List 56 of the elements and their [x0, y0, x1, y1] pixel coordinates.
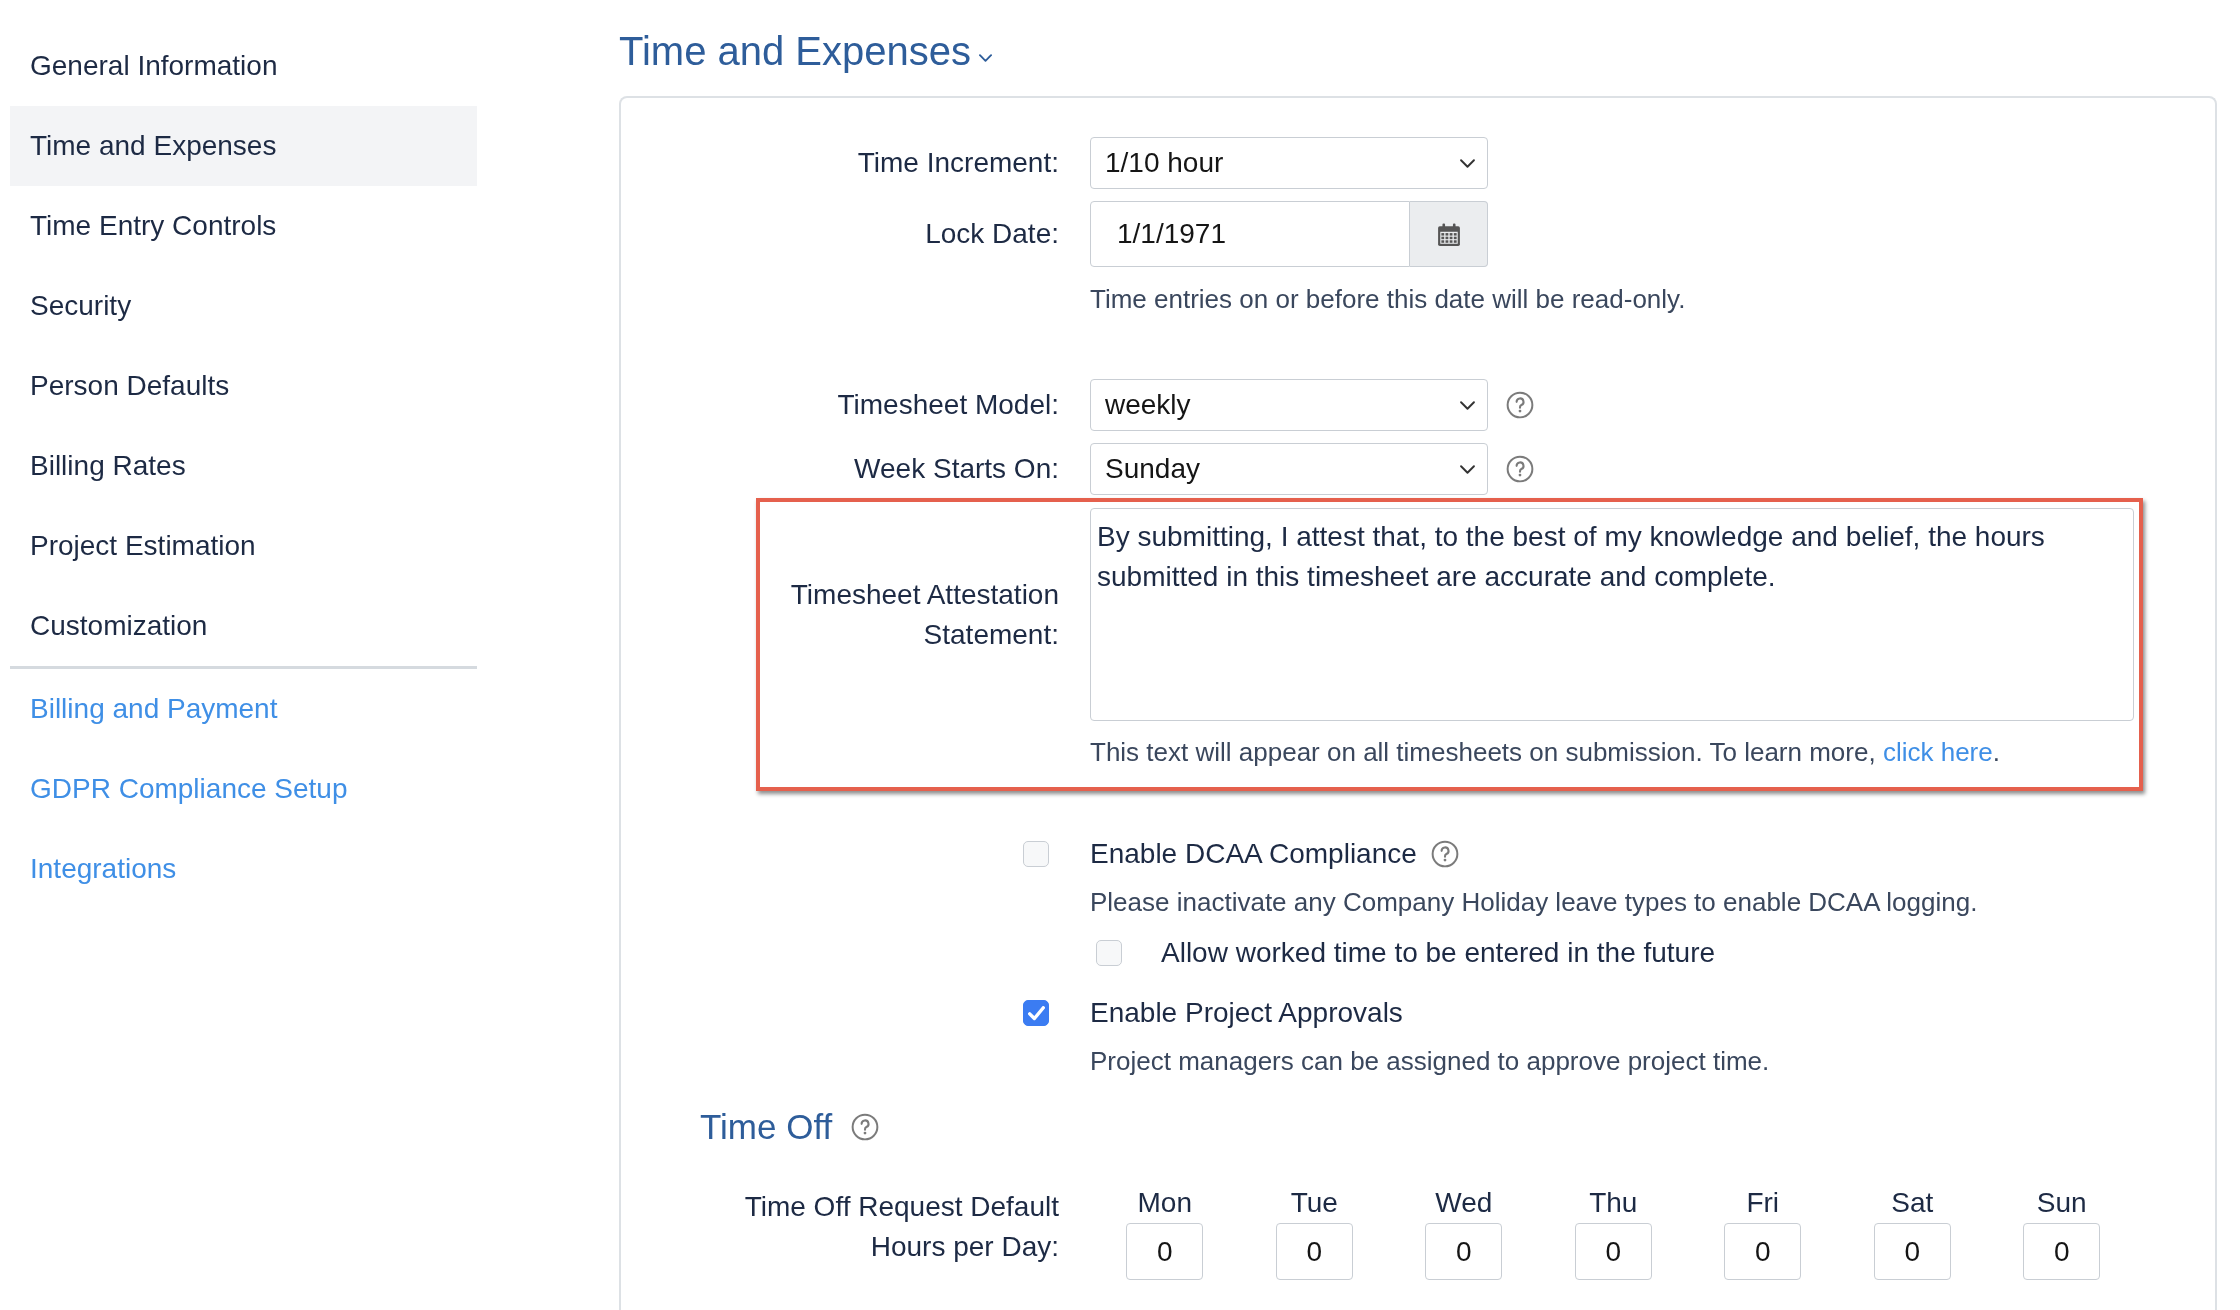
day-label: Fri	[1746, 1186, 1780, 1220]
hours-input[interactable]: 0	[1126, 1223, 1204, 1280]
hint-text: Project managers can be assigned to approve project time.	[1090, 1045, 1771, 1078]
dropdown[interactable]: 1/10 hour	[1090, 137, 1488, 189]
field-label: Timesheet Model:	[836, 388, 1059, 422]
checkbox[interactable]	[1023, 841, 1049, 867]
sidebar-item[interactable]: Project Estimation	[10, 506, 477, 586]
checkbox[interactable]	[1023, 1000, 1049, 1026]
day-label: Sun	[2036, 1186, 2087, 1220]
sidebar-item[interactable]: Security	[10, 266, 477, 346]
field-label: Time Off Request Default Hours per Day:	[743, 1190, 1059, 1264]
calendar-button[interactable]	[1410, 201, 1488, 267]
page-title: Time and Expenses	[619, 28, 972, 75]
sidebar-item[interactable]: Billing Rates	[10, 426, 477, 506]
checkbox-label: Allow worked time to be entered in the future	[1161, 936, 1716, 970]
hours-input[interactable]: 0	[1873, 1223, 1951, 1280]
day-label: Sat	[1891, 1186, 1934, 1220]
checkbox[interactable]	[1096, 940, 1122, 966]
checkbox-label: Enable Project Approvals	[1090, 996, 1403, 1030]
field-label: Week Starts On:	[853, 452, 1059, 486]
help-icon[interactable]	[1506, 391, 1534, 419]
hint-text: Time entries on or before this date will be read-only.	[1090, 283, 1687, 316]
date-input[interactable]: 1/1/1971	[1090, 201, 1410, 267]
sidebar-item[interactable]: General Information	[10, 26, 477, 106]
section-title: Time Off	[700, 1106, 833, 1148]
day-label: Mon	[1137, 1186, 1192, 1220]
sidebar-item[interactable]: Time Entry Controls	[10, 186, 477, 266]
hours-input[interactable]: 0	[2023, 1223, 2101, 1280]
day-label: Wed	[1435, 1186, 1493, 1220]
chevron-down-icon	[1460, 400, 1475, 410]
hours-input[interactable]: 0	[1574, 1223, 1652, 1280]
dropdown[interactable]: weekly	[1090, 379, 1488, 431]
sidebar-item[interactable]: Customization	[10, 586, 477, 666]
hint-text: This text will appear on all timesheets on submission. To learn more, click here.	[1090, 736, 2001, 769]
text-area[interactable]: By submitting, I attest that, to the best of my knowledge and belief, the hours submitted in this timesheet are accurate and complete.	[1090, 508, 2134, 721]
hint-text: Please inactivate any Company Holiday leave types to enable DCAA logging.	[1090, 886, 1979, 919]
day-label: Tue	[1290, 1186, 1338, 1220]
chevron-down-icon	[1460, 464, 1475, 474]
help-icon[interactable]	[1430, 840, 1459, 868]
checkbox-label: Enable DCAA Compliance	[1090, 837, 1417, 871]
chevron-down-icon	[1460, 158, 1475, 168]
sidebar-item[interactable]: Time and Expenses	[10, 106, 477, 186]
caret-icon[interactable]	[979, 54, 993, 62]
day-label: Thu	[1589, 1186, 1638, 1220]
hours-input[interactable]: 0	[1425, 1223, 1503, 1280]
sidebar-item[interactable]: Person Defaults	[10, 346, 477, 426]
help-icon[interactable]	[1506, 455, 1534, 483]
field-label: Time Increment:	[856, 146, 1059, 180]
checkmark-icon	[1027, 1005, 1045, 1021]
hours-input[interactable]: 0	[1724, 1223, 1802, 1280]
field-label: Timesheet Attestation Statement:	[789, 577, 1059, 652]
calendar-icon	[1436, 222, 1461, 246]
hours-input[interactable]: 0	[1275, 1223, 1353, 1280]
dropdown[interactable]: Sunday	[1090, 443, 1488, 495]
field-label: Lock Date:	[924, 217, 1059, 251]
help-icon[interactable]	[851, 1113, 880, 1141]
